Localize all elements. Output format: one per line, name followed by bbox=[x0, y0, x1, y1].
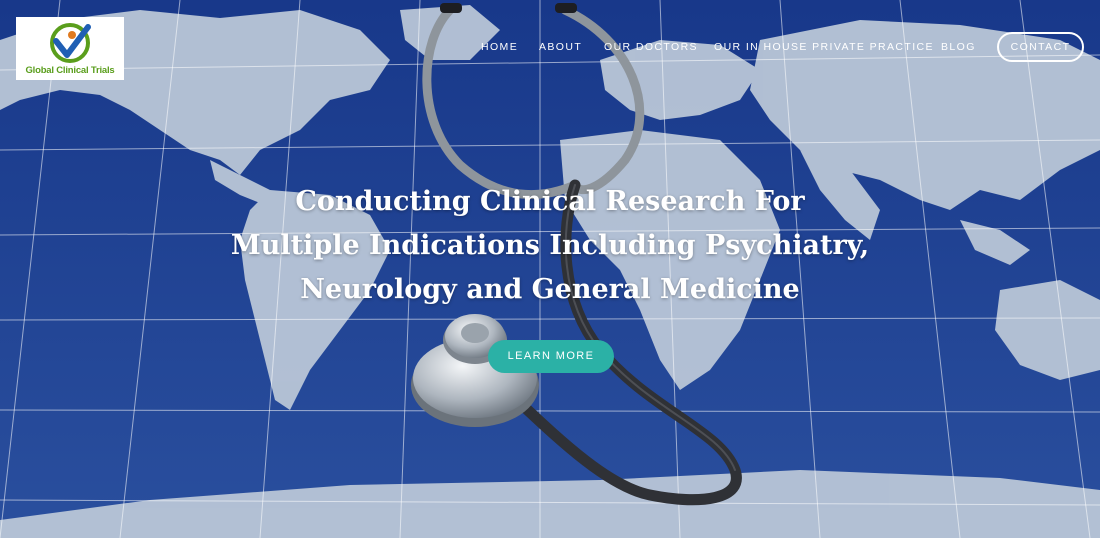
headline-line-2: Multiple Indications Including Psychiatr… bbox=[230, 230, 870, 261]
headline-line-3: Neurology and General Medicine bbox=[300, 274, 800, 305]
logo-text: Global Clinical Trials bbox=[25, 65, 115, 76]
hero-headline: Conducting Clinical Research For Multipl… bbox=[150, 180, 950, 312]
nav-our-doctors[interactable]: OUR DOCTORS bbox=[604, 41, 698, 53]
nav-blog[interactable]: BLOG bbox=[941, 41, 976, 53]
contact-button[interactable]: CONTACT bbox=[997, 32, 1084, 62]
nav-about[interactable]: ABOUT bbox=[539, 41, 582, 53]
hero-section: Global Clinical Trials HOME ABOUT OUR DO… bbox=[0, 0, 1100, 538]
learn-more-button[interactable]: LEARN MORE bbox=[488, 340, 614, 373]
main-nav: HOME ABOUT OUR DOCTORS OUR IN HOUSE PRIV… bbox=[0, 41, 1100, 55]
nav-private-practice[interactable]: OUR IN HOUSE PRIVATE PRACTICE bbox=[714, 41, 934, 53]
headline-line-1: Conducting Clinical Research For bbox=[295, 186, 805, 217]
nav-home[interactable]: HOME bbox=[481, 41, 518, 53]
